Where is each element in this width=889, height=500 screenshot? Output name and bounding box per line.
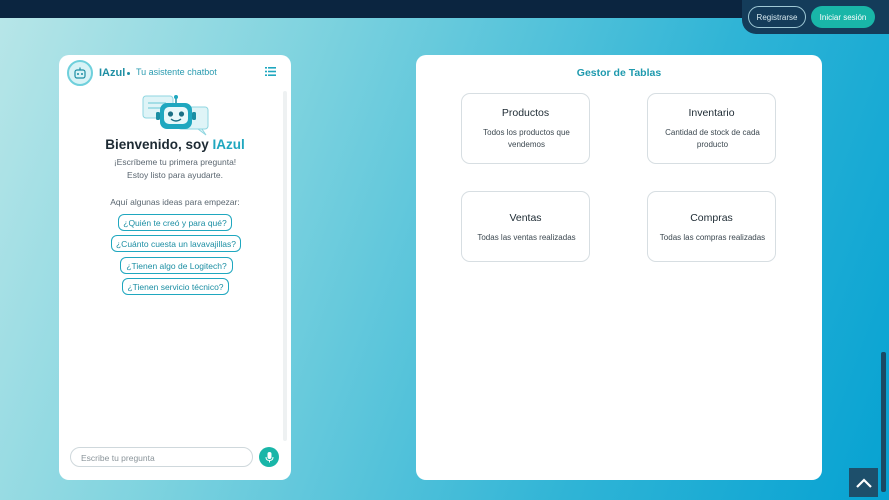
chat-subtitle: Tu asistente chatbot xyxy=(136,67,217,77)
chat-name: IAzul xyxy=(99,67,126,79)
card-sales[interactable]: Ventas Todas las ventas realizadas xyxy=(461,191,590,262)
card-purchases[interactable]: Compras Todas las compras realizadas xyxy=(647,191,776,262)
table-manager-panel: Gestor de Tablas Productos Todos los pro… xyxy=(416,55,822,480)
status-dot xyxy=(127,72,130,75)
page-scrollbar[interactable] xyxy=(881,352,886,492)
welcome-line-2: Estoy listo para ayudarte. xyxy=(127,170,223,180)
suggestion-chip[interactable]: ¿Quién te creó y para qué? xyxy=(118,214,232,231)
robot-icon xyxy=(67,60,93,86)
chat-robot-icon xyxy=(142,95,209,136)
welcome-line-1: ¡Escríbeme tu primera pregunta! xyxy=(113,157,237,167)
microphone-icon xyxy=(265,451,273,462)
table-manager-title: Gestor de Tablas xyxy=(576,67,662,79)
card-description: Todas las ventas realizadas xyxy=(477,233,576,242)
chevron-up-icon xyxy=(855,477,872,488)
welcome-prefix: Bienvenido, soy xyxy=(105,137,213,152)
suggestion-chip[interactable]: ¿Tienen algo de Logitech? xyxy=(120,257,233,274)
welcome-brand: IAzul xyxy=(212,137,245,152)
card-title: Ventas xyxy=(509,212,542,224)
card-title: Compras xyxy=(690,212,733,224)
chat-header: IAzul Tu asistente chatbot xyxy=(59,55,291,89)
list-icon[interactable] xyxy=(265,67,276,76)
chat-input-wrapper xyxy=(70,447,253,467)
scroll-to-top-button[interactable] xyxy=(849,468,878,497)
card-description: Cantidad de stock de cada producto xyxy=(665,128,760,149)
card-description: Todos los productos que vendemos xyxy=(483,128,570,149)
card-description: Todas las compras realizadas xyxy=(659,233,766,242)
register-button[interactable]: Registrarse xyxy=(748,6,806,28)
suggestion-chip[interactable]: ¿Tienen servicio técnico? xyxy=(122,278,229,295)
microphone-button[interactable] xyxy=(259,447,279,467)
suggestion-chip[interactable]: ¿Cuánto cuesta un lavavajillas? xyxy=(111,235,241,252)
chatbot-panel: IAzul Tu asistente chatbot Bienvenido, s… xyxy=(59,55,291,480)
login-button[interactable]: Iniciar sesión xyxy=(811,6,875,28)
chat-input[interactable] xyxy=(71,449,252,467)
welcome-heading: Bienvenido, soy IAzul xyxy=(59,137,291,152)
card-products[interactable]: Productos Todos los productos que vendem… xyxy=(461,93,590,164)
ideas-label: Aquí algunas ideas para empezar: xyxy=(110,197,240,207)
card-title: Inventario xyxy=(688,107,735,119)
card-title: Productos xyxy=(501,107,550,119)
card-inventory[interactable]: Inventario Cantidad de stock de cada pro… xyxy=(647,93,776,164)
